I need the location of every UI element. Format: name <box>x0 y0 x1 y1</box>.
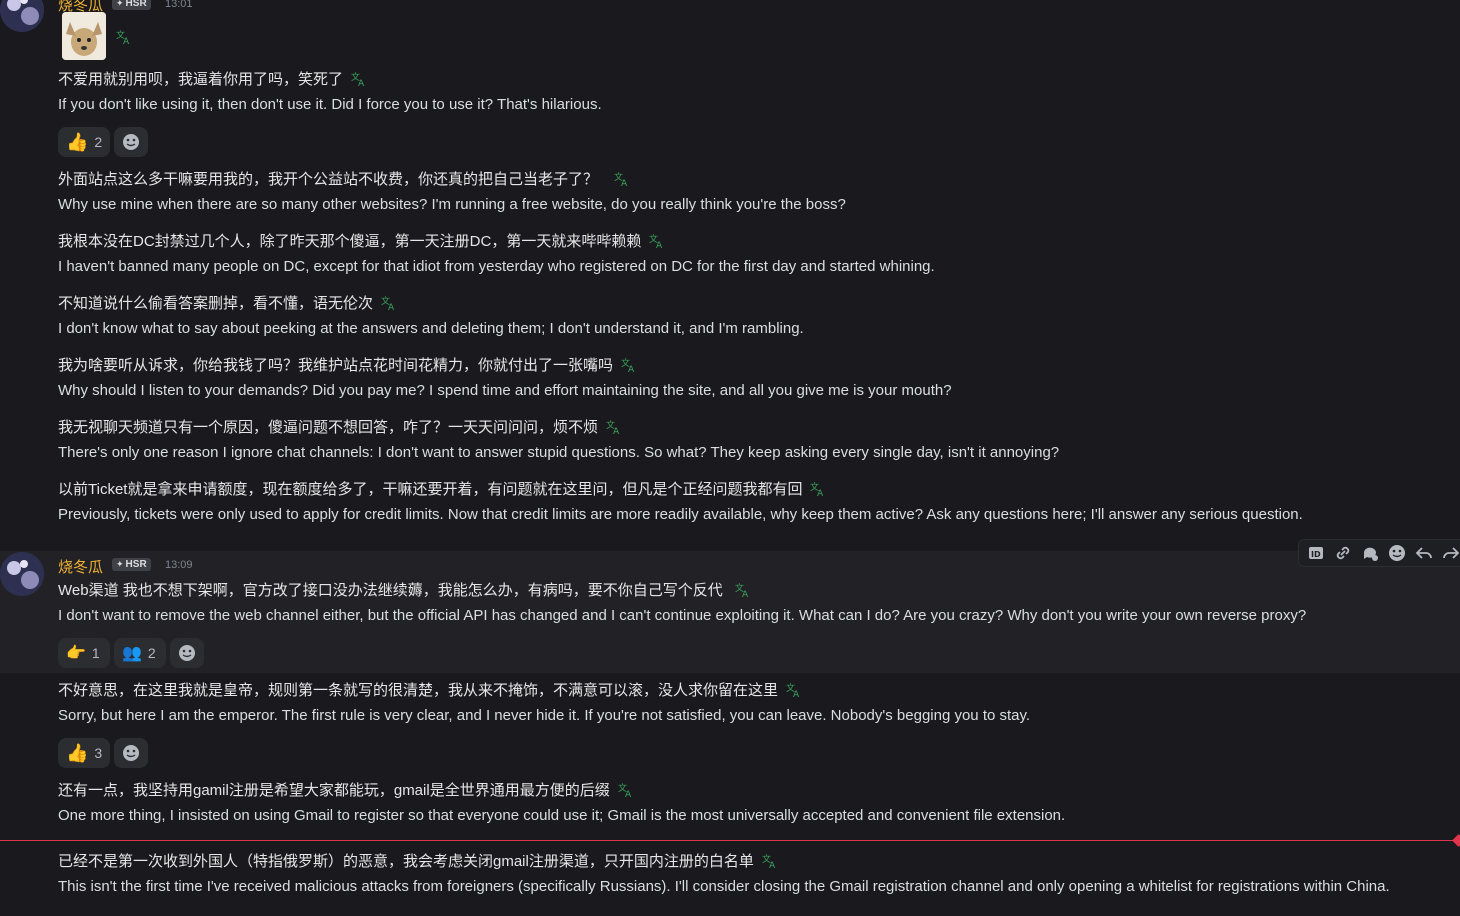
server-tag[interactable]: ✦ HSR <box>112 0 151 10</box>
thumbs-up-icon: 👍 <box>66 131 89 152</box>
message-translation: I don't want to remove the web channel e… <box>58 607 1307 624</box>
tag-icon: ✦ <box>116 0 124 8</box>
svg-text:A: A <box>656 241 663 249</box>
message-original: 我根本没在DC封禁过几个人，除了昨天那个傻逼，第一天注册DC，第一天就来哔哔赖赖… <box>58 230 665 251</box>
message-translation: One more thing, I insisted on using Gmai… <box>58 807 1066 824</box>
translate-icon[interactable]: 文A <box>786 682 802 698</box>
point-right-icon: 👉 <box>66 645 86 662</box>
new-messages-marker <box>1452 834 1460 847</box>
message-translation: I haven't banned many people on DC, exce… <box>58 258 935 275</box>
reaction-thumbs-up[interactable]: 👍 2 <box>58 127 110 157</box>
svg-text:ID: ID <box>1311 550 1321 559</box>
smiley-icon <box>123 745 139 761</box>
timestamp: 13:01 <box>165 0 193 10</box>
svg-text:A: A <box>817 489 824 497</box>
username[interactable]: 烧冬瓜 <box>58 556 103 577</box>
svg-text:A: A <box>358 79 365 87</box>
message-translation: If you don't like using it, then don't u… <box>58 96 602 113</box>
svg-text:A: A <box>388 303 395 311</box>
message-translation: I don't know what to say about peeking a… <box>58 320 804 337</box>
reaction-people[interactable]: 👥 2 <box>114 638 166 668</box>
message-original: 已经不是第一次收到外国人（特指俄罗斯）的恶意，我会考虑关闭gmail注册渠道，只… <box>58 850 778 871</box>
new-messages-divider <box>0 840 1460 841</box>
link-icon[interactable] <box>1332 542 1353 564</box>
message-original: 我为啥要听从诉求，你给我钱了吗？我维护站点花时间花精力，你就付出了一张嘴吗 文A <box>58 354 637 375</box>
copy-id-icon[interactable]: ID <box>1305 542 1326 564</box>
svg-text:A: A <box>613 427 620 435</box>
svg-text:A: A <box>621 179 628 187</box>
message-translation: This isn't the first time I've received … <box>58 878 1390 895</box>
message-original: 不知道说什么偷看答案删掉，看不懂，语无伦次 文A <box>58 292 397 313</box>
add-reaction-button[interactable] <box>114 127 148 157</box>
message-original: 以前Ticket就是拿来申请额度，现在额度给多了，干嘛还要开着，有问题就在这里问… <box>58 478 826 499</box>
message-original: 我无视聊天频道只有一个原因，傻逼问题不想回答，咋了？一天天问问问，烦不烦 文A <box>58 416 622 437</box>
reaction-point-right[interactable]: 👉 1 <box>58 638 110 668</box>
add-reaction-button[interactable] <box>170 638 204 668</box>
translate-icon[interactable]: 文A <box>621 357 637 373</box>
message-original: 不爱用就别用呗，我逼着你用了吗，笑死了 文A <box>58 68 367 89</box>
reaction-thumbs-up[interactable]: 👍 3 <box>58 738 110 768</box>
svg-text:A: A <box>123 37 130 45</box>
tag-icon: ✦ <box>116 559 124 569</box>
message-translation: Previously, tickets were only used to ap… <box>58 506 1303 523</box>
translate-icon[interactable]: 文A <box>606 419 622 435</box>
thumbs-up-icon: 👍 <box>66 742 89 763</box>
chihuahua-sticker-image[interactable] <box>62 12 106 60</box>
forward-icon[interactable] <box>1440 542 1460 564</box>
translate-icon[interactable]: 文A <box>381 295 397 311</box>
translate-icon[interactable]: 文A <box>735 582 751 598</box>
smiley-icon <box>123 134 139 150</box>
reply-icon[interactable] <box>1413 542 1434 564</box>
message-translation: Sorry, but here I am the emperor. The fi… <box>58 707 1031 724</box>
message-original: 外面站点这么多干嘛要用我的，我开个公益站不收费，你还真的把自己当老子了？ 文A <box>58 168 630 189</box>
user-avatar[interactable] <box>0 552 44 596</box>
add-reaction-button[interactable] <box>114 738 148 768</box>
svg-text:A: A <box>793 690 800 698</box>
timestamp: 13:09 <box>165 559 193 571</box>
translate-icon[interactable]: 文A <box>649 233 665 249</box>
message-original: 不好意思，在这里我就是皇帝，规则第一条就写的很清楚，我从来不掩饰，不满意可以滚，… <box>58 679 802 700</box>
translate-icon[interactable]: 文A <box>618 782 634 798</box>
add-reaction-icon[interactable] <box>1386 542 1407 564</box>
svg-text:A: A <box>625 790 632 798</box>
svg-text:A: A <box>769 861 776 869</box>
message-original: Web渠道 我也不想下架啊，官方改了接口没办法继续薅，我能怎么办，有病吗，要不你… <box>58 579 751 600</box>
message-original: 还有一点，我坚持用gamil注册是希望大家都能玩，gmail是全世界通用最方便的… <box>58 779 634 800</box>
people-icon: 👥 <box>122 645 142 662</box>
server-tag[interactable]: ✦ HSR <box>112 558 151 571</box>
user-avatar[interactable] <box>0 0 44 32</box>
message-action-toolbar: ID <box>1298 539 1460 567</box>
smiley-icon <box>179 645 195 661</box>
translate-icon[interactable]: 文A <box>810 481 826 497</box>
translate-icon[interactable]: 文A <box>116 28 132 46</box>
message-translation: There's only one reason I ignore chat ch… <box>58 444 1060 461</box>
translate-icon[interactable]: 文A <box>351 71 367 87</box>
message-translation: Why use mine when there are so many othe… <box>58 196 846 213</box>
translate-icon[interactable]: 文A <box>614 171 630 187</box>
message-translation: Why should I listen to your demands? Did… <box>58 382 952 399</box>
thread-icon[interactable] <box>1359 542 1380 564</box>
translate-icon[interactable]: 文A <box>762 853 778 869</box>
svg-text:A: A <box>742 590 749 598</box>
svg-text:A: A <box>628 365 635 373</box>
